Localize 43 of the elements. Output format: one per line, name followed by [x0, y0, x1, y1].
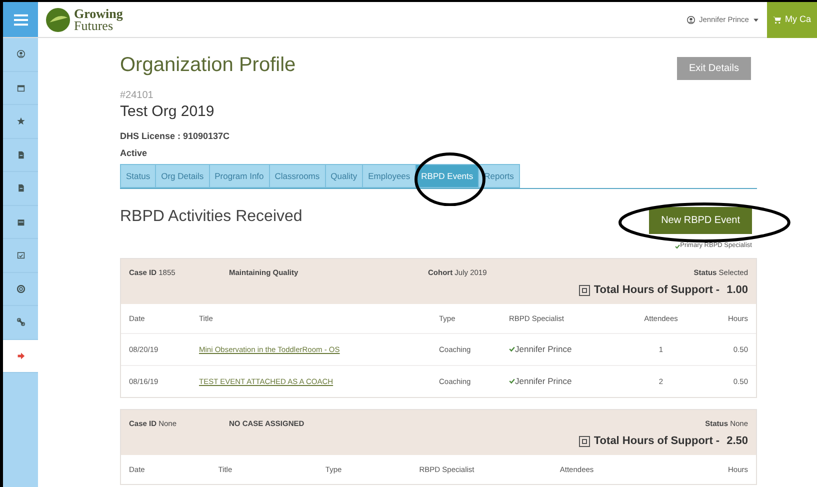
leaf-logo-icon	[46, 8, 70, 32]
check-icon	[675, 244, 680, 249]
license-number: DHS License : 91090137C	[120, 130, 231, 142]
square-icon	[582, 288, 587, 293]
tab[interactable]: Status	[120, 164, 156, 188]
page-title: Organization Profile	[120, 53, 296, 77]
calendar-icon	[16, 218, 24, 226]
new-event-button[interactable]: New RBPD Event	[649, 207, 752, 234]
square-icon	[582, 438, 587, 444]
cart-button[interactable]: My Ca	[766, 2, 817, 38]
calendar-icon	[16, 84, 24, 92]
caret-icon	[752, 16, 759, 22]
tab[interactable]: RBPD Events	[415, 164, 480, 188]
org-status: Active	[120, 147, 148, 160]
document-icon	[16, 184, 24, 192]
user-icon	[686, 16, 695, 24]
link-icon	[16, 318, 24, 326]
expand-toggle[interactable]	[578, 436, 590, 446]
total-hours-value: 1.00	[726, 283, 748, 298]
document-icon	[16, 150, 24, 159]
specialist-name: Jennifer Prince	[515, 343, 572, 356]
tab[interactable]: Quality	[324, 164, 364, 188]
user-icon	[16, 50, 24, 58]
lifebuoy-icon	[16, 284, 24, 293]
tab[interactable]: Program Info	[208, 164, 270, 188]
org-number: #24101	[120, 91, 154, 101]
org-name: Test Org 2019	[120, 102, 216, 122]
total-hours-value: 2.50	[726, 434, 748, 449]
cart-icon	[772, 16, 781, 24]
sign-out-icon	[16, 352, 24, 360]
logo-text: Growing Futures	[74, 8, 123, 31]
star-icon	[16, 117, 24, 126]
exit-details-button[interactable]: Exit Details	[676, 57, 751, 80]
calendar-check-icon	[16, 251, 24, 260]
section-title: RBPD Activities Received	[120, 207, 302, 226]
total-hours-label: Total Hours of Support -	[594, 434, 720, 449]
total-hours-label: Total Hours of Support -	[594, 283, 720, 298]
specialist-name: Jennifer Prince	[515, 374, 572, 388]
expand-toggle[interactable]	[578, 284, 590, 296]
menu-icon	[12, 12, 30, 26]
tab[interactable]: Employees	[362, 164, 416, 188]
tab[interactable]: Org Details	[155, 164, 210, 188]
tab[interactable]: Classrooms	[268, 164, 326, 188]
